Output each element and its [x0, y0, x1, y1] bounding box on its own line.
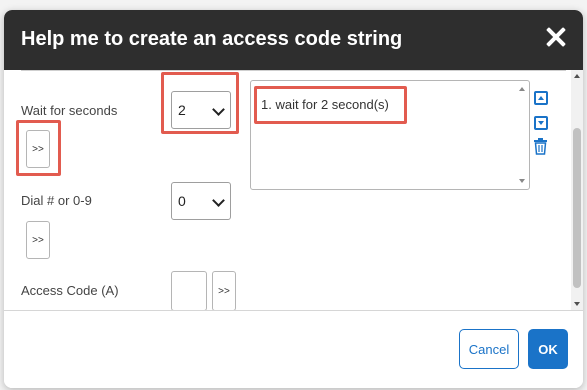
sequence-list[interactable]: 1. wait for 2 second(s) — [250, 80, 530, 190]
chevron-down-icon — [212, 103, 225, 116]
scroll-up-icon — [574, 74, 580, 78]
scroll-up-icon — [519, 87, 525, 91]
wait-seconds-value: 2 — [178, 102, 186, 118]
access-code-label: Access Code (A) — [21, 283, 119, 298]
dialog-scrollbar[interactable] — [571, 70, 583, 310]
chevron-down-icon — [212, 194, 225, 207]
move-up-icon[interactable] — [534, 91, 548, 105]
scroll-down-icon — [519, 179, 525, 183]
arrow-down-icon — [538, 121, 544, 125]
wait-seconds-select[interactable]: 2 — [171, 91, 231, 129]
trash-icon[interactable] — [533, 138, 548, 155]
access-code-dialog: Help me to create an access code string … — [4, 10, 583, 388]
close-icon[interactable] — [545, 26, 567, 48]
add-wait-button[interactable]: >> — [26, 130, 50, 168]
scroll-down-icon — [574, 302, 580, 306]
ok-button[interactable]: OK — [528, 329, 568, 369]
dialog-header: Help me to create an access code string — [4, 10, 583, 70]
list-scrollbar[interactable] — [515, 81, 529, 189]
dial-digit-select[interactable]: 0 — [171, 182, 231, 220]
list-item[interactable]: 1. wait for 2 second(s) — [261, 97, 389, 112]
access-code-input[interactable] — [171, 271, 207, 310]
arrow-up-icon — [538, 96, 544, 100]
wait-label: Wait for seconds — [21, 103, 118, 118]
scrollbar-thumb[interactable] — [573, 128, 581, 288]
move-down-icon[interactable] — [534, 116, 548, 130]
add-access-code-button[interactable]: >> — [212, 271, 236, 310]
dialog-body: Wait for seconds 2 >> Dial # or 0-9 0 >>… — [4, 70, 583, 310]
divider — [21, 70, 566, 71]
add-dial-button[interactable]: >> — [26, 221, 50, 259]
dial-label: Dial # or 0-9 — [21, 193, 92, 208]
dialog-title: Help me to create an access code string — [21, 28, 403, 50]
cancel-button[interactable]: Cancel — [459, 329, 519, 369]
dial-digit-value: 0 — [178, 193, 186, 209]
dialog-footer: Cancel OK — [4, 310, 583, 388]
